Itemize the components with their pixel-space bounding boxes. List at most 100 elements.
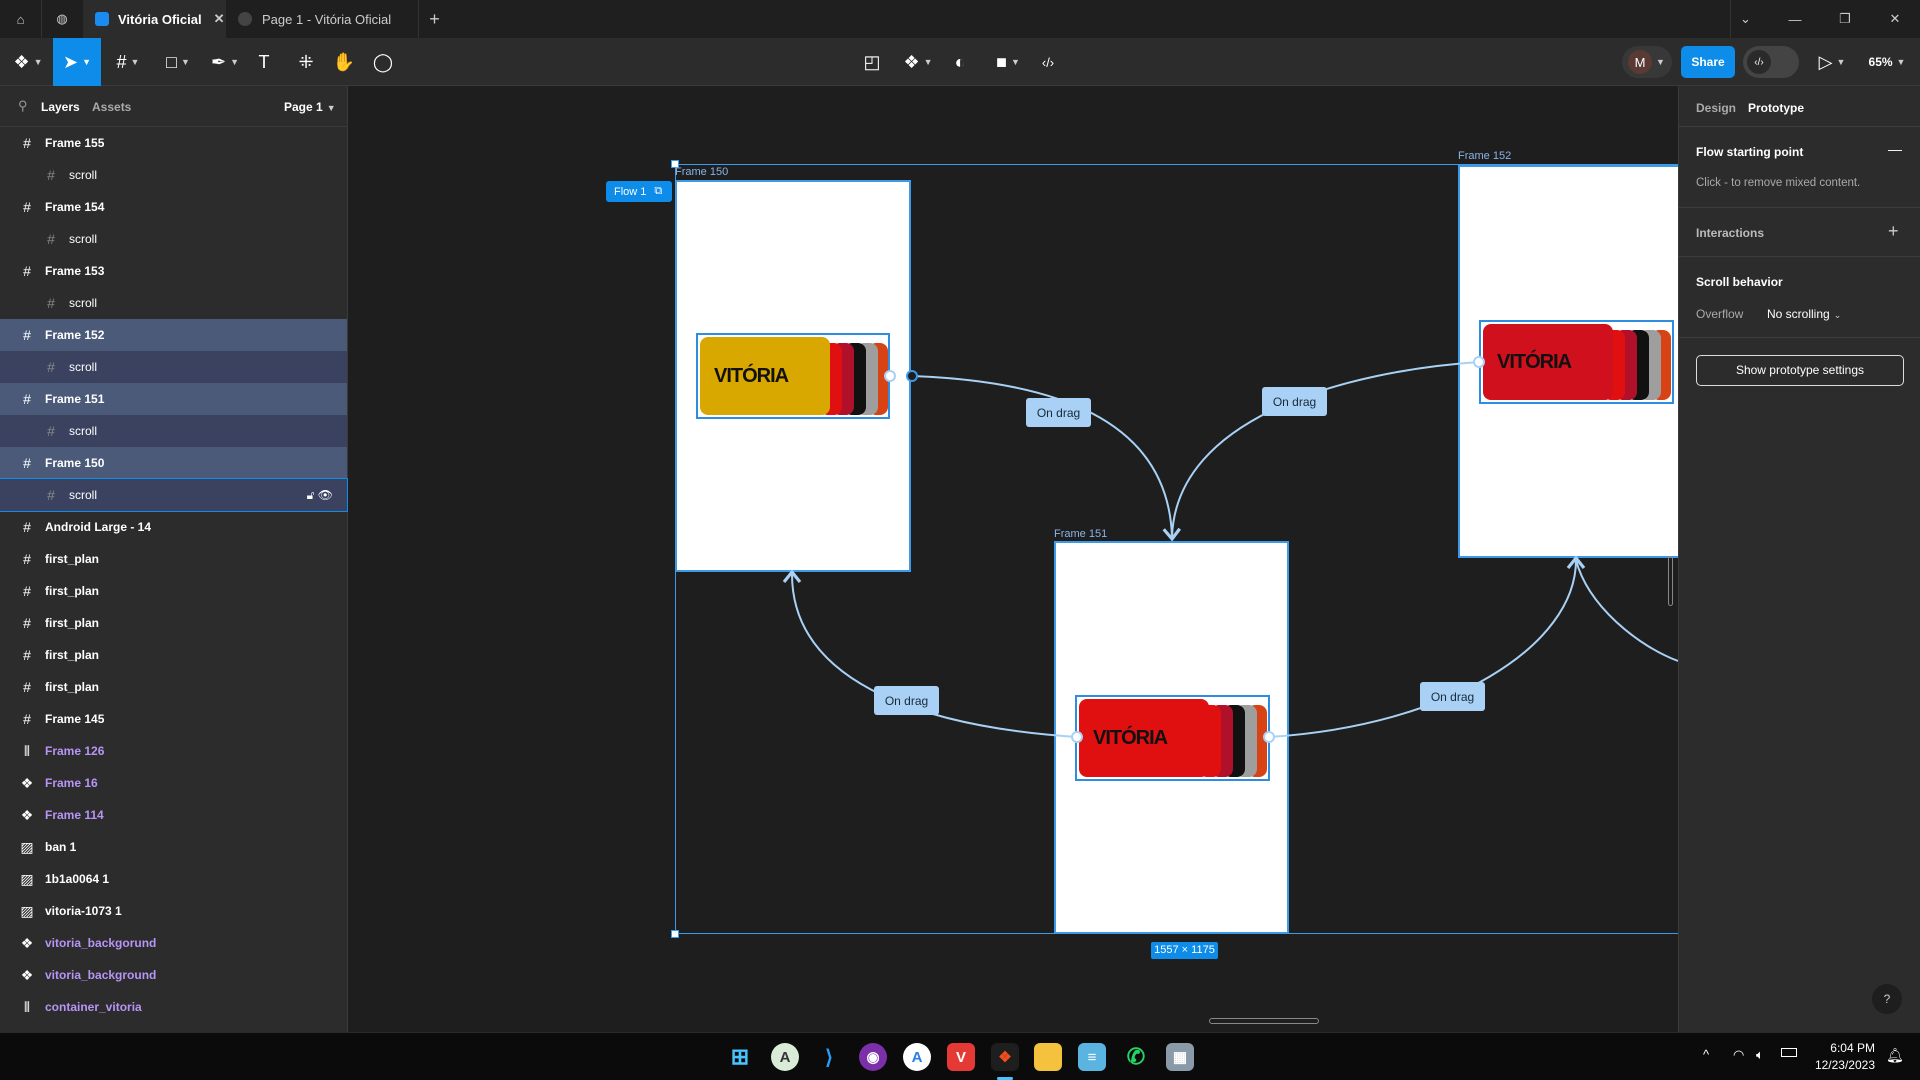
share-button[interactable]: Share (1681, 46, 1735, 78)
whatsapp-icon[interactable]: ✆ (1122, 1043, 1150, 1071)
layer-item[interactable]: # scroll 🔓︎ 👁︎ (0, 478, 348, 512)
clock-time[interactable]: 6:04 PM (1815, 1041, 1875, 1055)
notification-bell-icon[interactable]: 🔔︎ (1886, 1047, 1904, 1064)
overflow-dropdown[interactable]: No scrolling ⌄ (1767, 307, 1841, 321)
add-interaction-icon[interactable]: + (1888, 221, 1899, 242)
help-button[interactable]: ? (1872, 984, 1902, 1014)
layer-item[interactable]: # Frame 150 (0, 447, 347, 479)
interaction-label[interactable]: On drag (1262, 387, 1327, 416)
layer-item[interactable]: ❖ Frame 16 (0, 767, 347, 799)
layer-item[interactable]: ⦀ container_vitoria (0, 991, 347, 1023)
crop-icon[interactable]: ◰ (858, 38, 886, 86)
layer-item[interactable]: # scroll (0, 287, 347, 319)
battery-icon[interactable] (1781, 1048, 1797, 1057)
interaction-label[interactable]: On drag (1420, 682, 1485, 711)
layer-item[interactable]: # first_plan (0, 575, 347, 607)
layer-item[interactable]: # Frame 152 (0, 319, 347, 351)
comment-tool-icon[interactable]: ◯ (369, 38, 397, 86)
layer-item[interactable]: # scroll (0, 415, 347, 447)
layer-item[interactable]: # Frame 153 (0, 255, 347, 287)
embed-icon[interactable]: ‹/› (1034, 38, 1062, 86)
layer-item[interactable]: # scroll (0, 351, 347, 383)
close-tab-icon[interactable]: ✕ (214, 11, 225, 27)
tab-prototype[interactable]: Prototype (1748, 101, 1804, 115)
tab-assets[interactable]: Assets (92, 100, 131, 114)
restore-icon[interactable]: ❐ (1830, 0, 1860, 38)
text-tool-icon[interactable]: T (250, 38, 278, 86)
tab-vitoria-oficial[interactable]: Vitória Oficial ✕ (83, 0, 226, 38)
notepad-icon[interactable]: ≡ (1078, 1043, 1106, 1071)
layer-item[interactable]: # Frame 155 (0, 127, 347, 159)
main-menu-icon[interactable]: ❖ ▼ (8, 38, 48, 86)
home-icon[interactable]: ⌂ (0, 0, 41, 38)
boolean-icon[interactable]: ■ ▼ (988, 38, 1028, 86)
github-desktop-icon[interactable]: ◉ (859, 1043, 887, 1071)
wifi-icon[interactable]: ◠ (1733, 1047, 1744, 1063)
layer-item[interactable]: # Frame 151 (0, 383, 347, 415)
tab-design[interactable]: Design (1696, 101, 1736, 115)
pen-tool-icon[interactable]: ✒ ▼ (205, 38, 245, 86)
interaction-label[interactable]: On drag (1026, 398, 1091, 427)
page-selector[interactable]: Page 1 ▼ (284, 100, 336, 114)
size-badge: 1557 × 1175 (1151, 942, 1218, 959)
close-icon[interactable]: ✕ (1880, 0, 1910, 38)
avatar-button[interactable]: M ▼ (1622, 46, 1672, 78)
layer-item[interactable]: ❖ Frame 114 (0, 799, 347, 831)
tray-chevron-icon[interactable]: ^ (1703, 1047, 1709, 1062)
tab-page-1[interactable]: Page 1 - Vitória Oficial (226, 0, 418, 38)
vertical-scrollbar[interactable] (1668, 556, 1673, 606)
overflow-label: Overflow (1696, 307, 1744, 321)
autolayout-icon: ⦀ (23, 998, 31, 1015)
file-explorer-icon[interactable] (1034, 1043, 1062, 1071)
globe-icon[interactable]: ◍ (41, 0, 82, 38)
layer-item[interactable]: # first_plan (0, 607, 347, 639)
hand-tool-icon[interactable]: ✋ (330, 38, 358, 86)
zoom-dropdown[interactable]: 65% ▼ (1862, 38, 1912, 86)
dev-mode-toggle[interactable]: ‹/› (1743, 46, 1799, 78)
layer-item[interactable]: ▨ 1b1a0064 1 (0, 863, 347, 895)
layer-item[interactable]: ❖ vitoria_backgorund (0, 927, 347, 959)
frame-icon: # (23, 615, 31, 631)
layer-item[interactable]: # Android Large - 14 (0, 511, 347, 543)
layer-item[interactable]: ▨ ban 1 (0, 831, 347, 863)
canvas[interactable]: Frame 150 Frame 152 Frame 151 Flow 1 ⧉ VI… (348, 86, 1678, 1032)
show-prototype-settings-button[interactable]: Show prototype settings (1696, 355, 1904, 386)
layer-name: container_vitoria (45, 1000, 142, 1014)
component-icon[interactable]: ❖ ▼ (898, 38, 938, 86)
interaction-label[interactable]: On drag (874, 686, 939, 715)
android-studio-icon[interactable]: A (771, 1043, 799, 1071)
vivaldi-icon[interactable]: V (947, 1043, 975, 1071)
layer-item[interactable]: # first_plan (0, 639, 347, 671)
vscode-icon[interactable]: ⟩ (815, 1043, 843, 1071)
figma-icon[interactable]: ❖ (991, 1043, 1019, 1071)
frame-tool-icon[interactable]: # ▼ (108, 38, 148, 86)
layer-item[interactable]: ⦀ Frame 126 (0, 735, 347, 767)
lock-visibility-icon[interactable]: 🔓︎ 👁︎ (307, 488, 333, 503)
move-tool[interactable]: ➤ ▼ (53, 38, 101, 86)
layer-item[interactable]: # Frame 145 (0, 703, 347, 735)
layer-item[interactable]: ▨ vitoria-1073 1 (0, 895, 347, 927)
layer-name: 1b1a0064 1 (45, 872, 110, 886)
chevron-down-icon[interactable]: ⌄ (1730, 0, 1760, 38)
layer-item[interactable]: # scroll (0, 223, 347, 255)
present-play-icon[interactable]: ▷ ▼ (1815, 38, 1849, 86)
android-studio-icon[interactable]: A (903, 1043, 931, 1071)
layer-item[interactable]: # Frame 154 (0, 191, 347, 223)
search-icon[interactable]: ⚲ (18, 98, 28, 114)
mask-icon[interactable]: ◐ (946, 38, 974, 86)
rectangle-tool-icon[interactable]: □ ▼ (158, 38, 198, 86)
tab-layers[interactable]: Layers (41, 100, 80, 114)
layer-item[interactable]: # first_plan (0, 671, 347, 703)
clock-date[interactable]: 12/23/2023 (1805, 1058, 1875, 1072)
calculator-icon[interactable]: ▦ (1166, 1043, 1194, 1071)
resources-icon[interactable]: ⁜ (292, 38, 320, 86)
horizontal-scrollbar[interactable] (1209, 1018, 1319, 1024)
minimize-icon[interactable]: — (1780, 0, 1810, 38)
remove-flow-icon[interactable]: — (1888, 141, 1902, 157)
layer-item[interactable]: # scroll (0, 159, 347, 191)
layer-item[interactable]: ❖ vitoria_background (0, 959, 347, 991)
windows-start-icon[interactable]: ⊞ (726, 1043, 754, 1071)
new-tab-button[interactable]: + (418, 0, 450, 38)
layer-item[interactable]: # first_plan (0, 543, 347, 575)
volume-icon[interactable]: 🔈︎ (1756, 1047, 1764, 1063)
